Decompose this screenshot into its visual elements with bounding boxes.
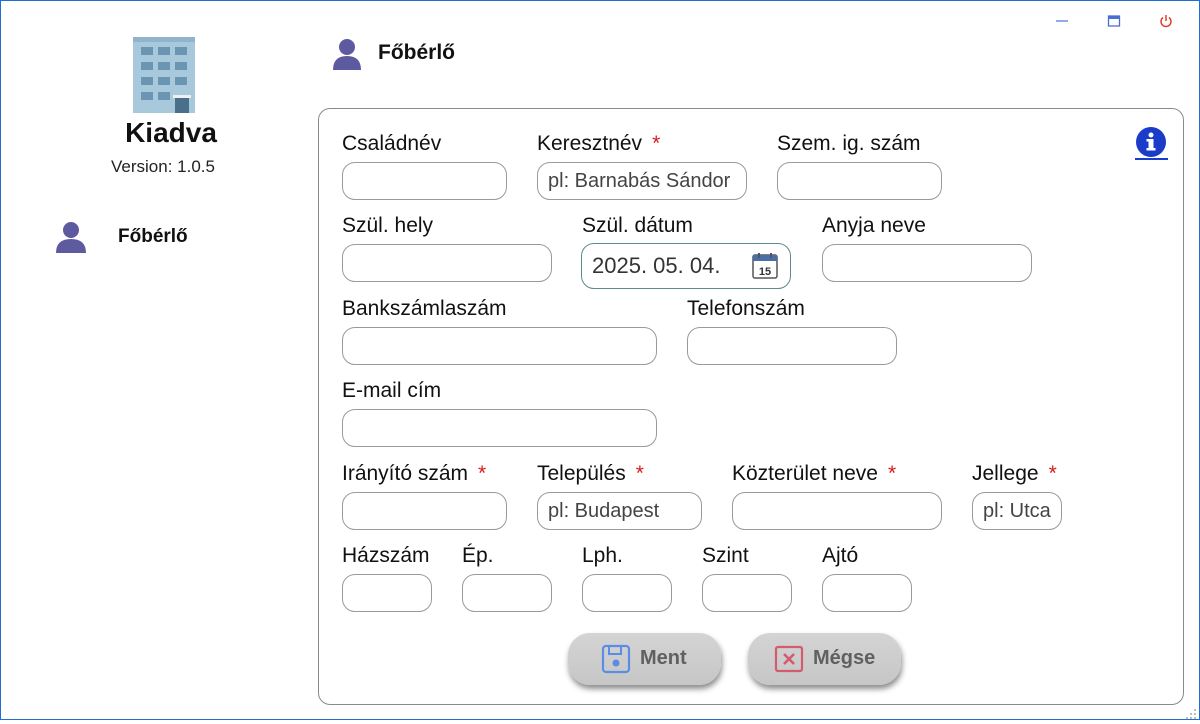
label-bankszamlaszam: Bankszámlaszám — [342, 297, 507, 320]
label-ep: Ép. — [462, 544, 494, 567]
required-mark: * — [1048, 462, 1057, 485]
telefonszam-input[interactable] — [687, 327, 897, 365]
calendar-day: 15 — [759, 266, 771, 278]
bankszamlaszam-input[interactable] — [342, 327, 657, 365]
anyja-neve-input[interactable] — [822, 244, 1032, 282]
calendar-icon[interactable]: 15 — [750, 251, 780, 281]
label-anyja-neve: Anyja neve — [822, 214, 926, 237]
app-name: Kiadva — [125, 117, 217, 148]
cancel-label: Mégse — [813, 647, 876, 669]
label-telefonszam: Telefonszám — [687, 297, 805, 320]
label-szul-datum: Szül. dátum — [582, 214, 693, 237]
save-button[interactable]: Ment — [568, 633, 721, 685]
cancel-button[interactable]: Mégse — [748, 633, 901, 685]
email-input[interactable] — [342, 409, 657, 447]
hazszam-input[interactable] — [342, 574, 432, 612]
maximize-icon[interactable] — [1104, 11, 1124, 31]
x-box-icon — [773, 643, 805, 675]
app-version: Version: 1.0.5 — [111, 157, 215, 176]
iranyitoszam-input[interactable] — [342, 492, 507, 530]
required-mark: * — [635, 462, 644, 485]
label-keresztnev: Keresztnév * — [537, 132, 661, 155]
minimize-icon[interactable] — [1052, 11, 1072, 31]
label-szul-hely: Szül. hely — [342, 214, 434, 237]
label-ajto: Ajtó — [822, 544, 859, 567]
page-title: Főbérlő — [378, 41, 455, 64]
floppy-disk-icon — [600, 643, 632, 675]
label-szint: Szint — [702, 544, 749, 567]
power-icon[interactable] — [1156, 11, 1176, 31]
resize-grip-icon[interactable] — [1185, 705, 1197, 719]
label-jellege: Jellege * — [972, 462, 1057, 485]
required-mark: * — [887, 462, 897, 485]
sidebar-item-label: Főbérlő — [118, 226, 188, 247]
person-icon — [331, 37, 363, 71]
label-email: E-mail cím — [342, 379, 442, 402]
szint-input[interactable] — [702, 574, 792, 612]
building-icon — [131, 35, 197, 113]
info-icon[interactable] — [1134, 126, 1168, 160]
label-csaladnev: Családnév — [342, 132, 442, 155]
person-icon — [53, 220, 89, 254]
required-mark: * — [652, 132, 661, 155]
required-mark: * — [478, 462, 487, 485]
label-hazszam: Házszám — [342, 544, 430, 567]
kozterulet-neve-input[interactable] — [732, 492, 942, 530]
jellege-input[interactable] — [972, 492, 1062, 530]
app-window: Kiadva Version: 1.0.5 Főbérlő Főbérlő Cs… — [0, 0, 1200, 720]
sidebar: Kiadva Version: 1.0.5 Főbérlő — [1, 1, 301, 721]
csaladnev-input[interactable] — [342, 162, 507, 200]
ajto-input[interactable] — [822, 574, 912, 612]
sidebar-item-foberlo[interactable]: Főbérlő — [53, 219, 253, 255]
szul-hely-input[interactable] — [342, 244, 552, 282]
szem-ig-szam-input[interactable] — [777, 162, 942, 200]
label-iranyitoszam: Irányító szám * — [342, 462, 487, 485]
ep-input[interactable] — [462, 574, 552, 612]
label-lph: Lph. — [582, 544, 623, 567]
label-szem-ig-szam: Szem. ig. szám — [777, 132, 921, 155]
szul-datum-picker[interactable]: 2025. 05. 04. 15 — [581, 243, 791, 289]
info-underline — [1135, 158, 1168, 160]
save-label: Ment — [640, 647, 687, 669]
label-telepules: Település * — [537, 462, 644, 485]
label-kozterulet-neve: Közterület neve * — [732, 462, 897, 485]
keresztnev-input[interactable] — [537, 162, 747, 200]
date-value: 2025. 05. 04. — [592, 253, 721, 278]
telepules-input[interactable] — [537, 492, 702, 530]
lph-input[interactable] — [582, 574, 672, 612]
